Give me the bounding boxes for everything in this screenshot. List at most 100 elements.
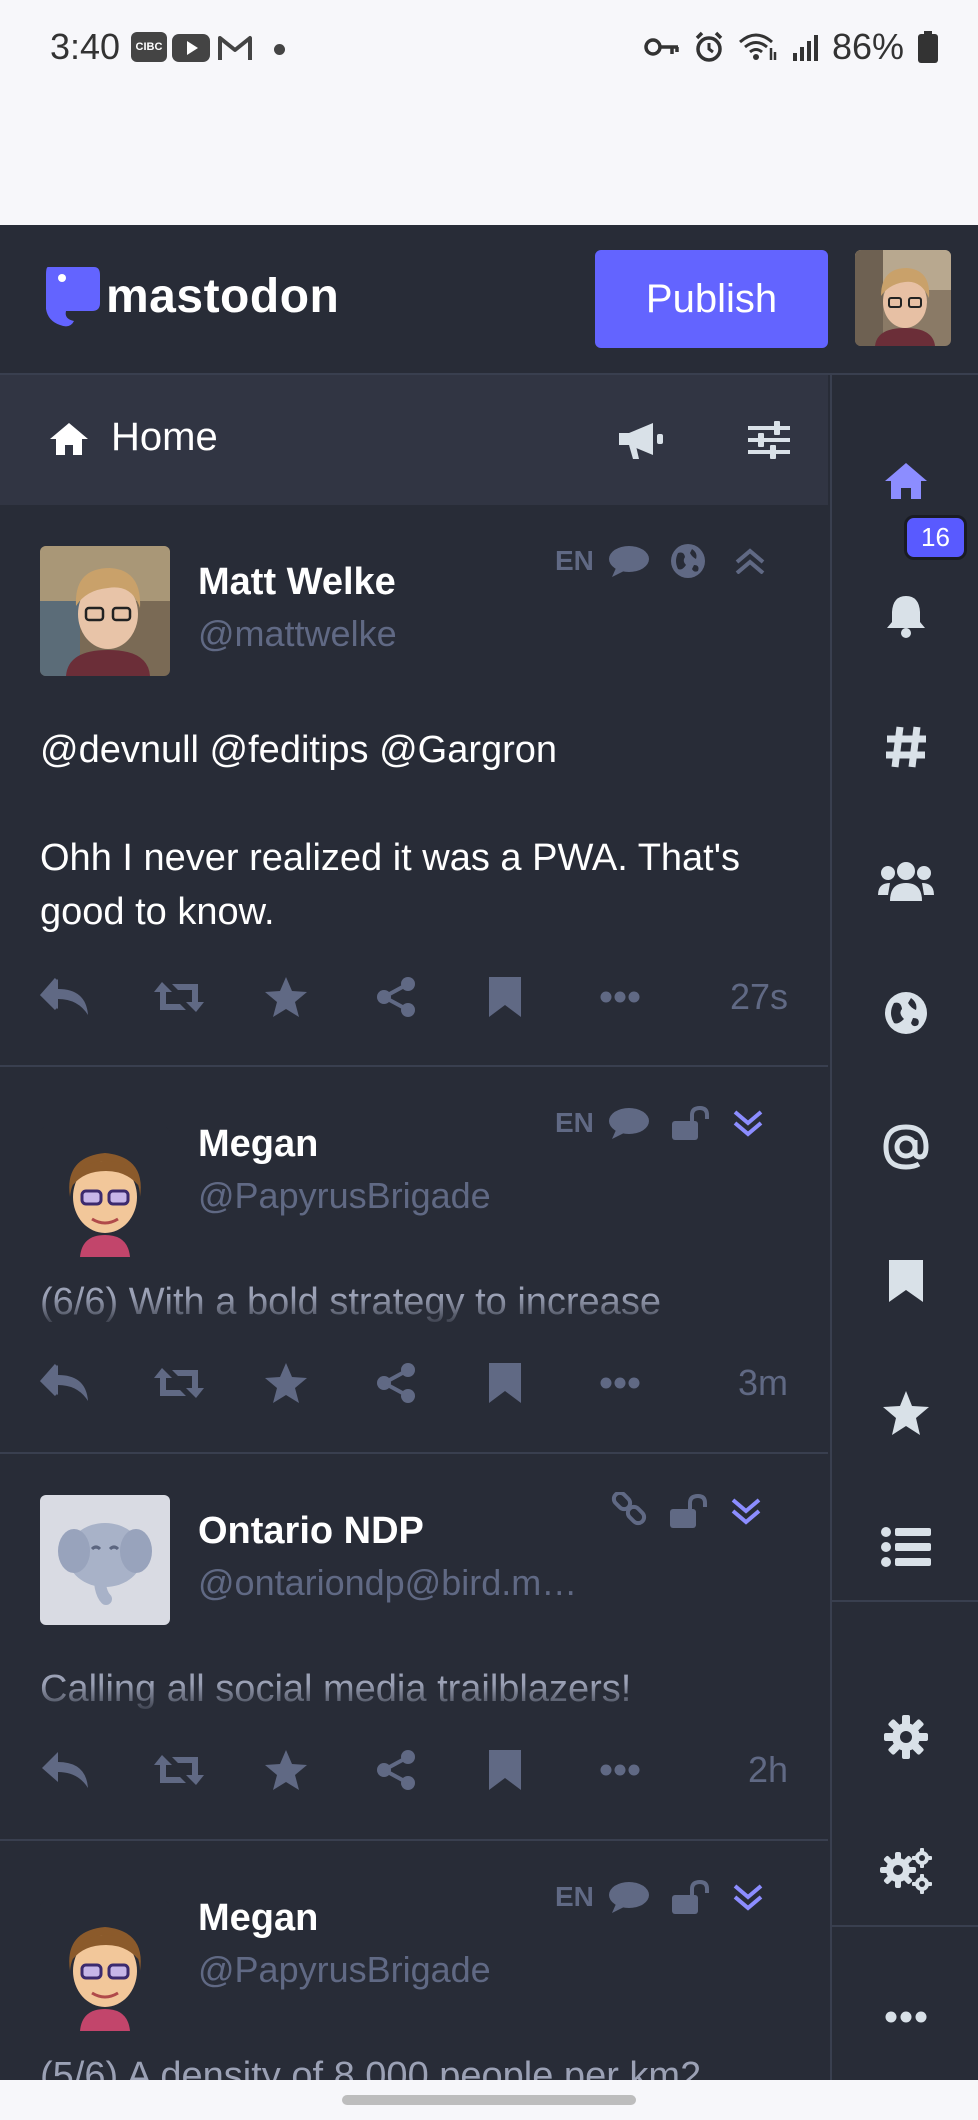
more-button[interactable] bbox=[600, 991, 712, 1003]
user-avatar[interactable] bbox=[855, 250, 951, 346]
status-item[interactable]: Matt Welke @mattwelke EN @devnull @fedit… bbox=[0, 505, 828, 1067]
gmail-icon bbox=[218, 36, 252, 60]
share-button[interactable] bbox=[376, 1750, 488, 1790]
star-icon bbox=[265, 1750, 307, 1790]
content-line: good to know. bbox=[40, 891, 275, 933]
favourite-button[interactable] bbox=[264, 976, 376, 1018]
display-name[interactable]: Megan bbox=[198, 1897, 318, 1940]
status-actions: 27s bbox=[40, 967, 788, 1027]
home-timeline[interactable]: Matt Welke @mattwelke EN @devnull @fedit… bbox=[0, 505, 828, 2080]
bookmark-icon bbox=[489, 1750, 521, 1790]
display-name[interactable]: Matt Welke bbox=[198, 561, 396, 604]
home-icon bbox=[885, 463, 927, 499]
reply-button[interactable] bbox=[40, 1750, 152, 1790]
avatar[interactable] bbox=[40, 546, 170, 676]
relative-time[interactable]: 2h bbox=[748, 1749, 788, 1791]
nav-federated[interactable] bbox=[832, 973, 978, 1053]
expand-icon[interactable] bbox=[732, 1109, 764, 1137]
share-button[interactable] bbox=[376, 1363, 488, 1403]
boost-button[interactable] bbox=[152, 1751, 264, 1789]
status-content: (6/6) With a bold strategy to increase bbox=[40, 1281, 661, 1323]
unlock-icon[interactable] bbox=[668, 1493, 708, 1529]
status-meta: EN bbox=[555, 1879, 764, 1915]
nav-notifications[interactable] bbox=[832, 575, 978, 655]
status-meta: EN bbox=[555, 1105, 764, 1141]
nav-lists[interactable] bbox=[832, 1507, 978, 1587]
clock: 3:40 bbox=[50, 26, 121, 67]
avatar[interactable] bbox=[40, 1495, 170, 1625]
account-handle[interactable]: @PapyrusBrigade bbox=[198, 1949, 491, 1991]
bookmark-button[interactable] bbox=[488, 1749, 600, 1791]
star-icon bbox=[265, 1363, 307, 1403]
favourite-button[interactable] bbox=[264, 1362, 376, 1404]
globe-icon bbox=[885, 992, 927, 1034]
bookmark-icon bbox=[489, 977, 521, 1017]
wifi-icon bbox=[738, 33, 777, 60]
expand-icon[interactable] bbox=[732, 1883, 764, 1911]
column-settings-icon[interactable] bbox=[748, 421, 790, 459]
gears-icon bbox=[880, 1848, 932, 1894]
nav-favourites[interactable] bbox=[832, 1373, 978, 1453]
avatar[interactable] bbox=[40, 1901, 170, 2031]
mastodon-logo[interactable]: mastodon bbox=[40, 263, 339, 329]
share-icon bbox=[377, 977, 415, 1017]
expand-icon[interactable] bbox=[730, 1497, 762, 1525]
list-icon bbox=[881, 1527, 931, 1567]
nav-home[interactable] bbox=[832, 441, 978, 521]
status-content: @devnull @feditips @Gargron Ohh I never … bbox=[40, 723, 788, 939]
nav-preferences[interactable] bbox=[832, 1697, 978, 1777]
account-handle[interactable]: @ontariondp@bird.m… bbox=[198, 1562, 577, 1604]
ellipsis-icon bbox=[600, 1377, 640, 1389]
status-item[interactable]: Megan @PapyrusBrigade EN (5/6) A density… bbox=[0, 1841, 828, 2080]
nav-local[interactable] bbox=[832, 841, 978, 921]
home-icon bbox=[50, 423, 88, 455]
boost-icon bbox=[154, 982, 204, 1012]
nav-mentions[interactable] bbox=[832, 1107, 978, 1187]
system-status-bar: 3:40 CIBC 86% bbox=[0, 0, 978, 225]
signal-icon bbox=[792, 35, 818, 61]
relative-time[interactable]: 27s bbox=[730, 976, 788, 1018]
account-handle[interactable]: @PapyrusBrigade bbox=[198, 1175, 491, 1217]
reply-thread-icon bbox=[608, 1882, 649, 1913]
nav-explore[interactable] bbox=[832, 707, 978, 787]
reply-all-button[interactable] bbox=[40, 977, 152, 1017]
reply-all-button[interactable] bbox=[40, 1363, 152, 1403]
app-header: mastodon Publish bbox=[0, 225, 978, 375]
link-icon bbox=[611, 1492, 647, 1526]
boost-icon bbox=[154, 1368, 204, 1398]
globe-icon[interactable] bbox=[670, 543, 706, 579]
boost-button[interactable] bbox=[152, 1364, 264, 1402]
more-button[interactable] bbox=[600, 1764, 712, 1776]
avatar[interactable] bbox=[40, 1127, 170, 1257]
notification-count-badge: 16 bbox=[904, 515, 967, 560]
announcements-icon[interactable] bbox=[615, 419, 665, 461]
nav-administration[interactable] bbox=[832, 1831, 978, 1911]
language-badge: EN bbox=[555, 1107, 594, 1138]
content-line: Ohh I never realized it was a PWA. That'… bbox=[40, 837, 740, 879]
status-content: (5/6) A density of 8,000 people per km2 bbox=[40, 2055, 702, 2080]
display-name[interactable]: Megan bbox=[198, 1123, 318, 1166]
unlock-icon[interactable] bbox=[670, 1105, 710, 1141]
gear-icon bbox=[884, 1715, 928, 1759]
display-name[interactable]: Ontario NDP bbox=[198, 1510, 424, 1553]
share-button[interactable] bbox=[376, 977, 488, 1017]
nav-bookmarks[interactable] bbox=[832, 1241, 978, 1321]
share-icon bbox=[377, 1750, 415, 1790]
favourite-button[interactable] bbox=[264, 1749, 376, 1791]
relative-time[interactable]: 3m bbox=[738, 1362, 788, 1404]
youtube-icon bbox=[172, 34, 210, 62]
nav-more[interactable] bbox=[832, 1977, 978, 2057]
account-handle[interactable]: @mattwelke bbox=[198, 613, 397, 655]
publish-button[interactable]: Publish bbox=[595, 250, 828, 348]
status-icons: 86% bbox=[644, 26, 938, 68]
bookmark-button[interactable] bbox=[488, 976, 600, 1018]
more-button[interactable] bbox=[600, 1377, 712, 1389]
status-item[interactable]: Megan @PapyrusBrigade EN (6/6) With a bo… bbox=[0, 1067, 828, 1454]
nav-divider bbox=[832, 1600, 978, 1602]
unlock-icon[interactable] bbox=[670, 1879, 710, 1915]
bookmark-button[interactable] bbox=[488, 1362, 600, 1404]
home-gesture-handle[interactable] bbox=[342, 2095, 636, 2105]
status-item[interactable]: Ontario NDP @ontariondp@bird.m… Calling … bbox=[0, 1454, 828, 1841]
boost-button[interactable] bbox=[152, 978, 264, 1016]
collapse-icon[interactable] bbox=[734, 548, 766, 574]
